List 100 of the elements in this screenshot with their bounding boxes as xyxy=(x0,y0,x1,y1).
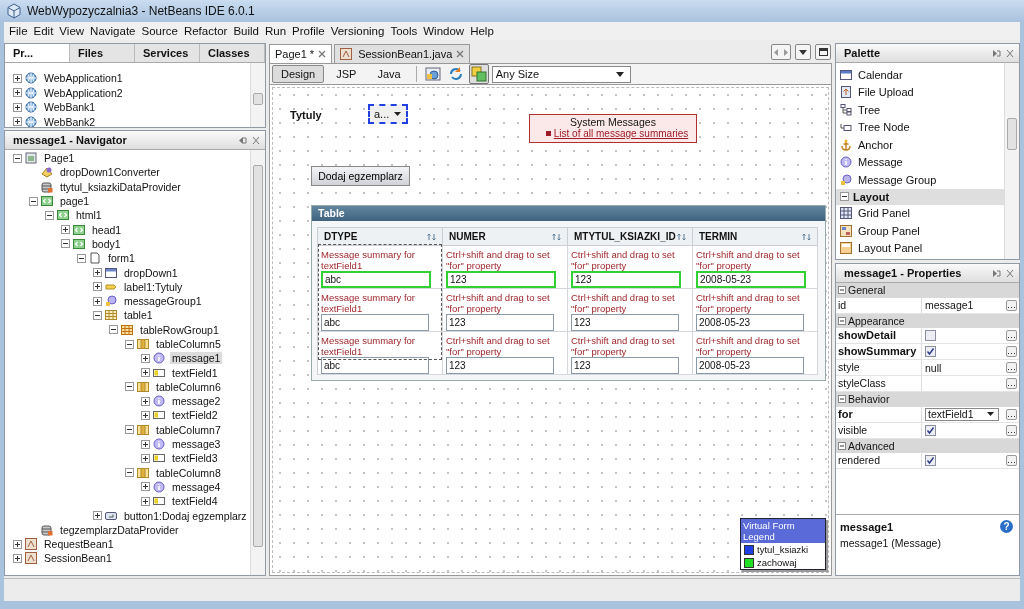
expand-toggle[interactable] xyxy=(93,282,102,292)
collapse-toggle[interactable] xyxy=(125,339,134,349)
navigator-node[interactable]: messageGroup1 xyxy=(122,295,204,308)
panel-tab[interactable]: Classes xyxy=(200,44,265,62)
collapse-toggle[interactable] xyxy=(93,310,102,320)
palette-item[interactable]: Tree Node xyxy=(858,121,910,134)
expand-toggle[interactable] xyxy=(13,539,22,549)
navigator-node[interactable]: Page1 xyxy=(42,152,77,165)
group-bar[interactable]: General xyxy=(836,283,1019,298)
more-button[interactable] xyxy=(1006,346,1017,357)
palette-item[interactable]: Anchor xyxy=(858,138,893,151)
collapse-toggle[interactable] xyxy=(125,468,134,478)
navigator-node[interactable]: button1:Dodaj egzemplarz xyxy=(122,509,249,522)
panel-controls-icon[interactable] xyxy=(992,48,1014,58)
size-dropdown[interactable]: Any Size xyxy=(491,65,631,83)
view-tab[interactable]: Design xyxy=(272,65,325,83)
navigator-node[interactable]: head1 xyxy=(90,223,124,236)
palette-item[interactable]: Tree xyxy=(858,103,881,116)
panel-tab[interactable]: Services xyxy=(135,44,200,62)
text-field[interactable]: 123 xyxy=(446,271,556,288)
navigator-node[interactable]: dropDown1Converter xyxy=(58,166,162,179)
checkbox[interactable] xyxy=(925,330,936,341)
navigator-node[interactable]: label1:Tytuly xyxy=(122,280,185,293)
navigator-node[interactable]: tableColumn6 xyxy=(154,380,223,393)
more-button[interactable] xyxy=(1006,378,1017,389)
scrollbar[interactable] xyxy=(1004,63,1019,259)
menu-item[interactable]: View xyxy=(56,25,88,37)
panel-controls-icon[interactable] xyxy=(238,135,260,145)
expand-toggle[interactable] xyxy=(141,411,150,420)
text-field[interactable]: 123 xyxy=(571,357,679,374)
expand-toggle[interactable] xyxy=(93,511,102,521)
property-value[interactable]: message1 xyxy=(925,299,974,311)
navigator-node[interactable]: textField2 xyxy=(170,409,220,422)
category-bar[interactable]: Layout xyxy=(836,188,1004,205)
collapse-toggle[interactable] xyxy=(109,325,118,335)
expand-toggle[interactable] xyxy=(13,88,22,98)
dropdown[interactable]: a... xyxy=(368,104,408,124)
maximize-button[interactable] xyxy=(815,44,831,60)
collapse-toggle[interactable] xyxy=(838,316,846,325)
more-button[interactable] xyxy=(1006,362,1017,373)
navigator-node[interactable]: message1 xyxy=(170,352,223,365)
collapse-toggle[interactable] xyxy=(838,395,846,404)
editor-tab[interactable]: SessionBean1.java xyxy=(334,44,471,63)
expand-toggle[interactable] xyxy=(13,553,22,563)
expand-toggle[interactable] xyxy=(93,296,102,306)
virtual-forms-button[interactable] xyxy=(468,64,489,84)
expand-toggle[interactable] xyxy=(141,496,150,506)
navigator-node[interactable]: html1 xyxy=(74,209,104,222)
navigator-node[interactable]: tableColumn5 xyxy=(154,338,223,350)
add-copy-button[interactable]: Dodaj egzemplarz xyxy=(311,166,410,186)
navigator-node[interactable]: tableColumn7 xyxy=(154,423,223,436)
close-icon[interactable] xyxy=(456,50,465,58)
navigator-node[interactable]: tableRowGroup1 xyxy=(138,323,221,336)
editor-tab[interactable]: Page1 * xyxy=(269,44,333,63)
navigator-node[interactable]: ttytul_ksiazkiDataProvider xyxy=(58,180,183,193)
sort-icon[interactable] xyxy=(552,232,561,241)
palette-item[interactable]: Grid Panel xyxy=(858,207,910,220)
navigator-node[interactable]: message3 xyxy=(170,438,223,451)
project-item[interactable]: WebApplication2 xyxy=(42,86,125,99)
panel-tab[interactable]: Files xyxy=(70,44,135,62)
navigator-node[interactable]: dropDown1 xyxy=(122,266,180,279)
menu-item[interactable]: Help xyxy=(467,25,497,37)
more-button[interactable] xyxy=(1006,424,1017,436)
navigator-node[interactable]: tableColumn8 xyxy=(154,466,223,479)
property-value[interactable]: null xyxy=(925,361,942,374)
menu-item[interactable]: Refactor xyxy=(180,25,231,37)
text-field[interactable]: 2008-05-23 xyxy=(696,271,806,288)
menu-item[interactable]: Build xyxy=(230,25,262,37)
navigator-node[interactable]: message2 xyxy=(170,395,223,408)
menu-item[interactable]: Tools xyxy=(387,25,421,37)
navigator-node[interactable]: SessionBean1 xyxy=(42,552,114,565)
expand-toggle[interactable] xyxy=(141,353,150,363)
panel-controls-icon[interactable] xyxy=(992,268,1014,278)
navigator-node[interactable]: form1 xyxy=(106,252,137,265)
text-field[interactable]: 2008-05-23 xyxy=(696,357,804,374)
project-item[interactable]: WebBank1 xyxy=(42,101,98,114)
palette-item[interactable]: Message Group xyxy=(858,173,937,186)
collapse-toggle[interactable] xyxy=(838,441,846,450)
scrollbar[interactable] xyxy=(250,150,265,575)
collapse-toggle[interactable] xyxy=(838,286,846,295)
palette-item[interactable]: Calendar xyxy=(858,68,903,81)
help-icon[interactable]: ? xyxy=(1000,520,1013,533)
collapse-toggle[interactable] xyxy=(61,239,70,249)
menu-item[interactable]: File xyxy=(6,25,31,37)
collapse-toggle[interactable] xyxy=(125,382,134,392)
view-tab[interactable]: JSP xyxy=(327,65,366,83)
sort-icon[interactable] xyxy=(802,232,811,241)
expand-toggle[interactable] xyxy=(141,439,150,449)
view-tab[interactable]: Java xyxy=(368,65,410,83)
collapse-toggle[interactable] xyxy=(125,425,134,435)
navigator-node[interactable]: textField1 xyxy=(170,366,220,379)
expand-toggle[interactable] xyxy=(61,225,70,235)
navigator-node[interactable]: RequestBean1 xyxy=(42,538,116,551)
menu-item[interactable]: Source xyxy=(138,25,181,37)
column-header[interactable]: TERMIN xyxy=(693,227,818,246)
column-header[interactable]: MTYTUL_KSIAZKI_ID xyxy=(568,227,693,246)
navigator-node[interactable]: body1 xyxy=(90,237,123,250)
sort-icon[interactable] xyxy=(677,232,686,241)
expand-toggle[interactable] xyxy=(141,453,150,463)
text-field[interactable]: abc xyxy=(321,271,431,288)
